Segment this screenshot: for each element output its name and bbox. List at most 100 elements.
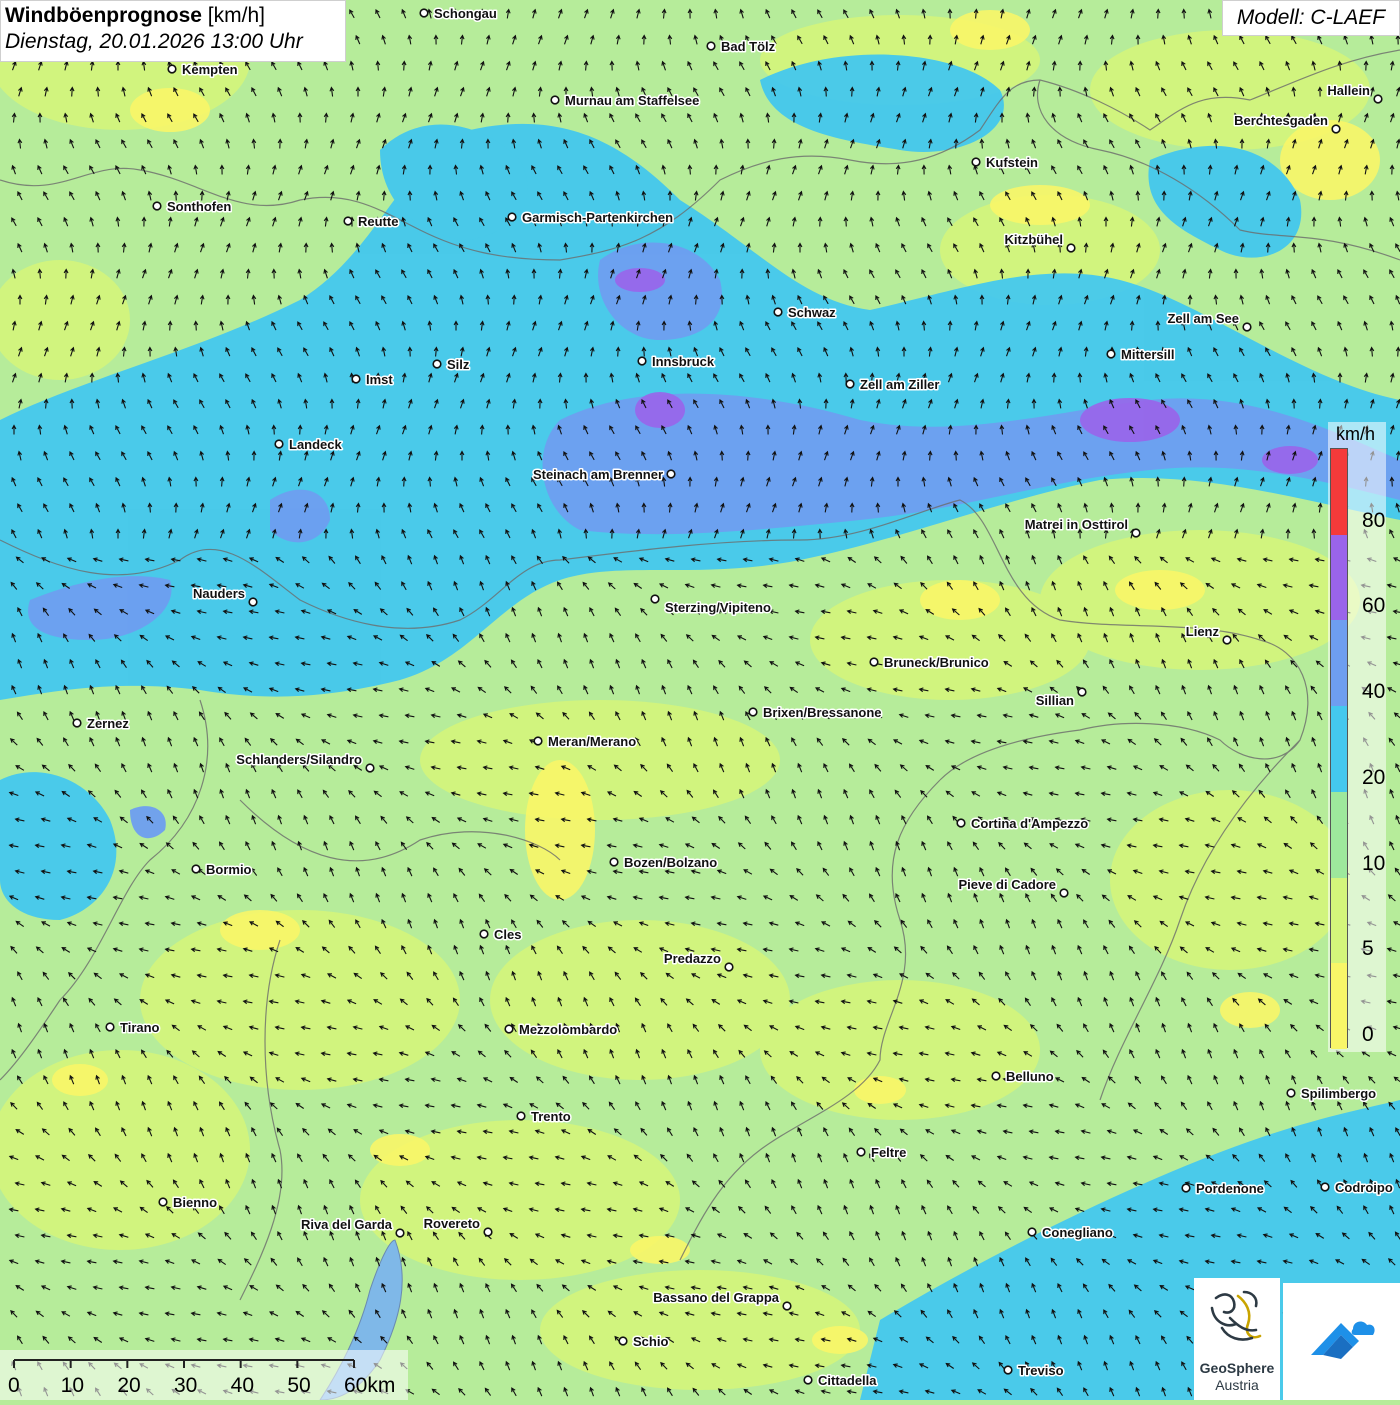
legend-segment [1331,620,1347,706]
city-label: Mezzolombardo [519,1022,617,1037]
cloud-arrow-icon [1283,1283,1400,1400]
city-dot [972,158,980,166]
city-dot [249,598,257,606]
color-legend: km/h 051020406080 [1328,422,1386,1052]
city-label: Cittadella [818,1373,877,1388]
city-label: Murnau am Staffelsee [565,93,699,108]
city-marker-steinach: Steinach am Brenner [533,467,675,482]
city-marker-spilimbergo: Spilimbergo [1287,1086,1376,1101]
city-dot [1107,350,1115,358]
city-label: Nauders [193,586,245,601]
city-dot [707,42,715,50]
city-dot [749,708,757,716]
city-marker-murnau: Murnau am Staffelsee [551,93,699,108]
city-label: Feltre [871,1145,906,1160]
scale-label: 10 [61,1374,84,1397]
legend-segment [1331,792,1347,878]
city-label: Innsbruck [652,354,715,369]
scale-bar: 0 10 20 30 40 50 60km [0,1350,408,1400]
city-label: Mittersill [1121,347,1174,362]
city-label: Schwaz [788,305,836,320]
city-label: Matrei in Osttirol [1025,517,1128,532]
city-dot [1182,1184,1190,1192]
city-label: Berchtesgaden [1234,113,1328,128]
city-dot [804,1376,812,1384]
city-label: Imst [366,372,393,387]
legend-tick-label: 60 [1362,595,1385,616]
city-dot [106,1023,114,1031]
city-dot [1078,688,1086,696]
legend-unit: km/h [1336,424,1375,445]
city-label: Sonthofen [167,199,231,214]
city-label: Kitzbühel [1005,232,1064,247]
legend-tick-label: 0 [1362,1024,1374,1045]
wind-gust-map[interactable]: SchongauBad TölzKemptenMurnau am Staffel… [0,0,1400,1400]
scale-label: 30 [174,1374,197,1397]
city-dot [1223,636,1231,644]
city-label: Treviso [1018,1363,1064,1378]
city-label: Tirano [120,1020,160,1035]
city-marker-bruneck: Bruneck/Brunico [870,655,989,670]
city-label: Lienz [1186,624,1220,639]
legend-color-bar [1330,448,1348,1048]
city-label: Zernez [87,716,129,731]
city-dot [1374,95,1382,103]
city-marker-garmisch: Garmisch-Partenkirchen [508,210,673,225]
city-label: Schio [633,1334,668,1349]
city-dot [774,308,782,316]
city-dot [846,380,854,388]
geosphere-country: Austria [1194,1377,1280,1393]
city-dot [192,865,200,873]
city-marker-meran: Meran/Merano [534,734,636,749]
city-label: Conegliano [1042,1225,1113,1240]
city-label: Brixen/Bressanone [763,705,882,720]
city-dot [619,1337,627,1345]
scale-label: 50 [287,1374,310,1397]
city-label: Schongau [434,6,497,21]
city-dot [168,65,176,73]
city-marker-mezzolombardo: Mezzolombardo [505,1022,617,1037]
city-label: Predazzo [664,951,721,966]
city-dot [508,213,516,221]
city-marker-cortina: Cortina d'Ampezzo [957,816,1088,831]
city-label: Rovereto [424,1216,480,1231]
city-dot [275,440,283,448]
city-label: Bruneck/Brunico [884,655,989,670]
scale-label: 40 [231,1374,254,1397]
city-dot [725,963,733,971]
city-dot [517,1112,525,1120]
city-dot [783,1302,791,1310]
city-dot [534,737,542,745]
city-label: Schlanders/Silandro [236,752,362,767]
city-dot [667,470,675,478]
model-label: Modell: C-LAEF [1222,0,1400,36]
legend-tick-label: 40 [1362,681,1385,702]
city-dot [484,1228,492,1236]
city-dot [857,1148,865,1156]
city-label: Silz [447,357,470,372]
scale-label: 0 [8,1374,20,1397]
city-marker-bozen: Bozen/Bolzano [610,855,717,870]
city-label: Bozen/Bolzano [624,855,717,870]
city-label: Kufstein [986,155,1038,170]
city-label: Pordenone [1196,1181,1264,1196]
legend-segment [1331,706,1347,792]
map-title-unit: [km/h] [202,4,265,27]
city-label: Cles [494,927,521,942]
city-dot [366,764,374,772]
city-label: Landeck [289,437,343,452]
city-label: Codroipo [1335,1180,1393,1195]
city-label: Pieve di Cadore [958,877,1056,892]
city-dot [153,202,161,210]
city-dot [505,1025,513,1033]
forecast-date: Dienstag, 20.01.2026 13:00 Uhr [5,30,341,54]
city-label: Belluno [1006,1069,1054,1084]
weather-app-logo [1283,1283,1400,1400]
scale-label: 20 [117,1374,140,1397]
city-dot [1132,529,1140,537]
city-label: Spilimbergo [1301,1086,1376,1101]
city-dot [1004,1366,1012,1374]
scale-label: 60km [344,1374,395,1397]
city-dot [433,360,441,368]
legend-tick-label: 10 [1362,853,1385,874]
